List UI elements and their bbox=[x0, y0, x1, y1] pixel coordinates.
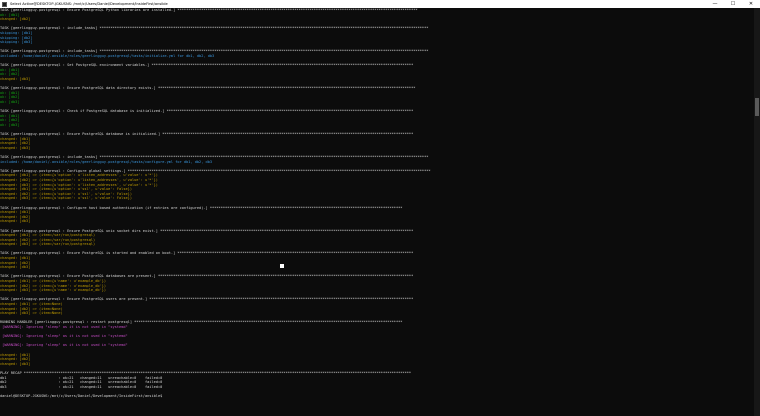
window-controls: — ☐ ✕ bbox=[706, 0, 760, 8]
minimize-icon: — bbox=[712, 1, 718, 7]
close-icon: ✕ bbox=[748, 1, 754, 7]
terminal-line: daniel@DESKTOP-JGKUSNS:/mnt/c/Users/Dani… bbox=[0, 393, 163, 398]
scrollbar-thumb[interactable] bbox=[755, 98, 759, 116]
window-titlebar[interactable]: Select Active@DESKTOP-JGKUSNS: /mnt/c/Us… bbox=[0, 0, 760, 8]
close-button[interactable]: ✕ bbox=[742, 0, 760, 8]
maximize-button[interactable]: ☐ bbox=[724, 0, 742, 8]
minimize-button[interactable]: — bbox=[706, 0, 724, 8]
terminal-app-icon bbox=[2, 1, 7, 7]
maximize-icon: ☐ bbox=[730, 1, 736, 7]
terminal-output[interactable]: TASK [geerlingguy.postgresql : Ensure Po… bbox=[0, 8, 754, 416]
window-title: Select Active@DESKTOP-JGKUSNS: /mnt/c/Us… bbox=[10, 2, 168, 6]
mouse-cursor-icon bbox=[280, 264, 284, 268]
vertical-scrollbar[interactable] bbox=[754, 8, 760, 416]
